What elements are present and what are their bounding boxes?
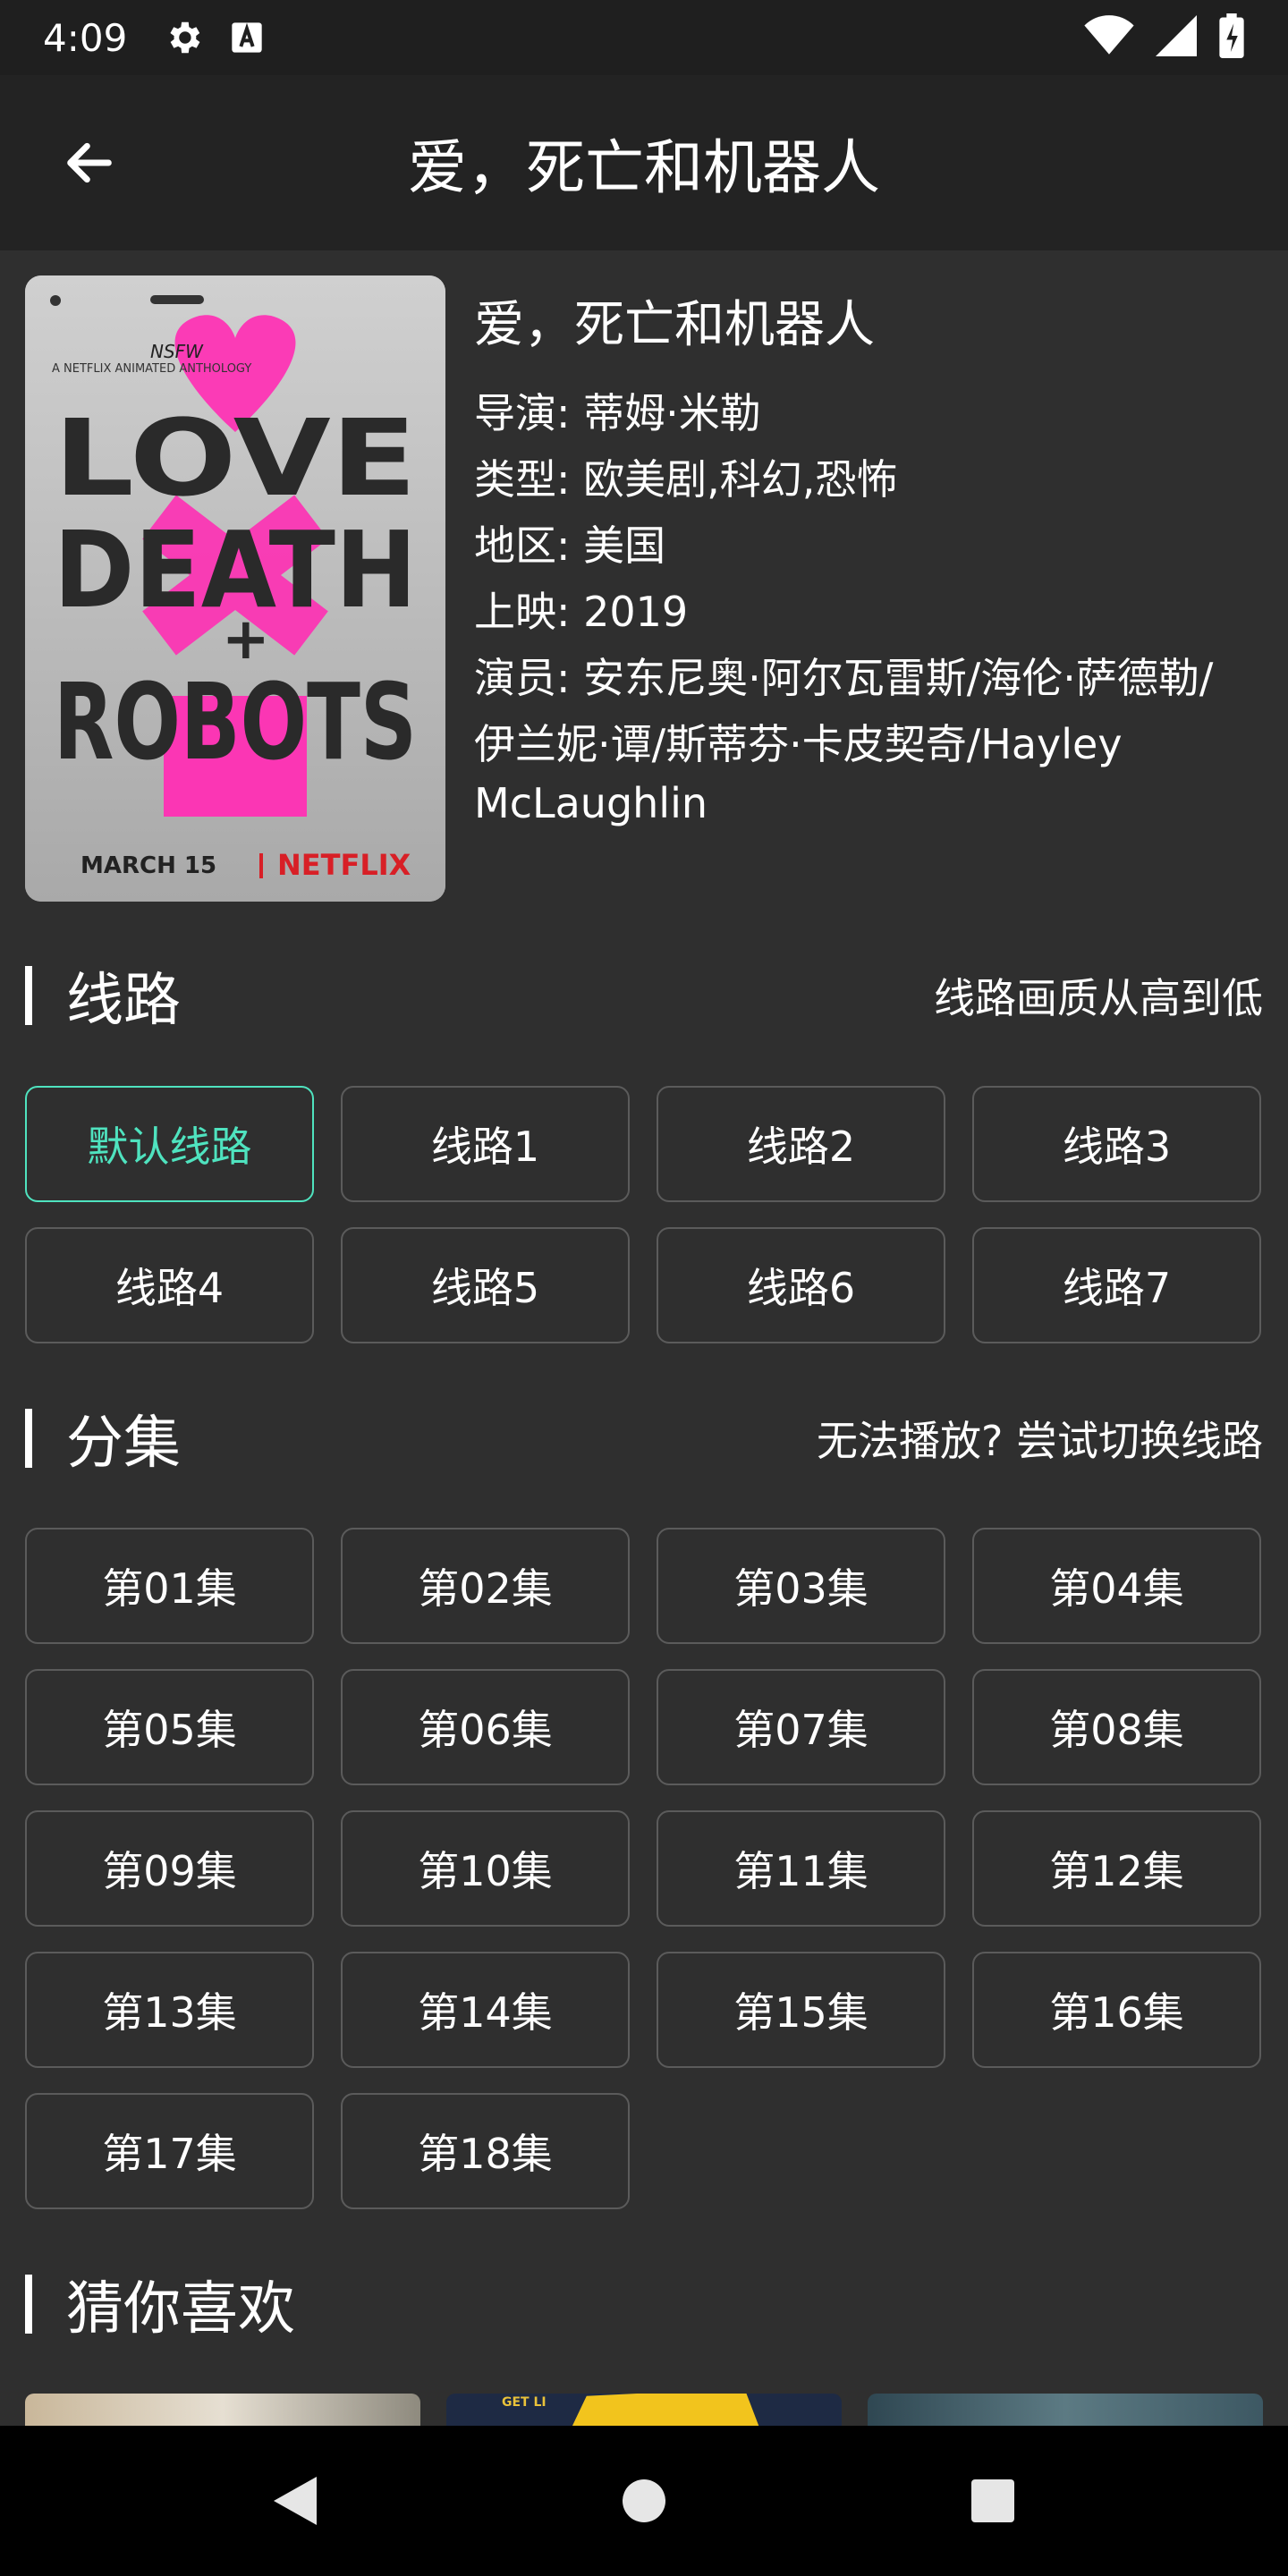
episodes-header: 分集 无法播放? 尝试切换线路	[25, 1402, 1263, 1477]
episodes-title: 分集	[66, 1411, 181, 1477]
route-button[interactable]: 线路6	[657, 1227, 945, 1343]
poster-brand: NETFLIX	[277, 848, 411, 882]
status-time: 4:09	[43, 15, 128, 60]
recommend-card[interactable]	[868, 2394, 1263, 2428]
recommend-title: 猜你喜欢	[66, 2276, 295, 2343]
episodes-note: 无法播放? 尝试切换线路	[816, 1417, 1263, 1465]
text-a-icon	[229, 20, 265, 55]
detail-cast-line-1: 演员: 安东尼奥·阿尔瓦雷斯/海伦·萨德勒/	[474, 654, 1214, 702]
battery-icon	[1218, 13, 1245, 62]
recommend-card[interactable]: GET LI	[446, 2394, 842, 2428]
detail-cast-line-2: 伊兰妮·谭/斯蒂芬·卡皮契奇/Hayley	[474, 720, 1123, 768]
nav-back-button[interactable]	[255, 2461, 335, 2541]
recommend-card-title-art	[572, 2394, 759, 2428]
recommend-header: 猜你喜欢	[25, 2268, 1263, 2343]
detail-cast-line-3: McLaughlin	[474, 779, 708, 827]
episode-button[interactable]: 第18集	[341, 2093, 630, 2209]
recents-square-icon	[971, 2479, 1014, 2522]
gear-icon	[163, 17, 204, 58]
system-nav-bar	[0, 2426, 1288, 2576]
poster-title-robots: ROBOTS	[54, 660, 417, 784]
section-marker	[25, 2275, 32, 2334]
route-button[interactable]: 默认线路	[25, 1086, 314, 1202]
detail-section: NSFW A NETFLIX ANIMATED ANTHOLOGY LOVE D…	[25, 275, 1268, 902]
episode-button[interactable]: 第17集	[25, 2093, 314, 2209]
route-button[interactable]: 线路1	[341, 1086, 630, 1202]
episode-button[interactable]: 第11集	[657, 1810, 945, 1927]
wifi-icon	[1084, 15, 1134, 60]
recommend-list: GET LI	[25, 2394, 1263, 2428]
page-title: 爱，死亡和机器人	[408, 133, 880, 202]
section-marker	[25, 1409, 32, 1468]
episode-button[interactable]: 第15集	[657, 1952, 945, 2068]
routes-grid: 默认线路 线路1 线路2 线路3 线路4 线路5 线路6 线路7	[25, 1086, 1263, 1343]
poster-subtitle-text: A NETFLIX ANIMATED ANTHOLOGY	[52, 362, 251, 376]
detail-region: 地区: 美国	[474, 521, 666, 570]
section-marker	[25, 966, 32, 1025]
detail-info: 爱，死亡和机器人 导演: 蒂姆·米勒 类型: 欧美剧,科幻,恐怖 地区: 美国 …	[474, 284, 1279, 829]
routes-note: 线路画质从高到低	[934, 974, 1263, 1022]
episode-button[interactable]: 第03集	[657, 1528, 945, 1644]
episode-button[interactable]: 第10集	[341, 1810, 630, 1927]
episodes-grid: 第01集 第02集 第03集 第04集第05集 第06集 第07集 第08集第09集 第10集…	[25, 1528, 1263, 2209]
route-button[interactable]: 线路7	[972, 1227, 1261, 1343]
episode-button[interactable]: 第13集	[25, 1952, 314, 2068]
detail-release: 上映: 2019	[474, 588, 689, 636]
detail-genre: 类型: 欧美剧,科幻,恐怖	[474, 455, 898, 504]
app-bar: 爱，死亡和机器人	[0, 75, 1288, 250]
status-bar: 4:09	[0, 0, 1288, 75]
back-triangle-icon	[274, 2477, 317, 2525]
episode-button[interactable]: 第14集	[341, 1952, 630, 2068]
poster-nsfw-text: NSFW	[150, 341, 204, 362]
routes-title: 线路	[66, 968, 181, 1034]
routes-header: 线路 线路画质从高到低	[25, 960, 1263, 1034]
recommend-card-text: GET LI	[502, 2395, 547, 2410]
recommend-card[interactable]	[25, 2394, 420, 2428]
home-circle-icon	[623, 2479, 665, 2522]
nav-recents-button[interactable]	[953, 2461, 1033, 2541]
episode-button[interactable]: 第02集	[341, 1528, 630, 1644]
route-button[interactable]: 线路5	[341, 1227, 630, 1343]
poster-date: MARCH 15	[80, 852, 216, 879]
episode-button[interactable]: 第09集	[25, 1810, 314, 1927]
signal-icon	[1156, 15, 1197, 60]
episode-button[interactable]: 第12集	[972, 1810, 1261, 1927]
nav-home-button[interactable]	[604, 2461, 684, 2541]
route-button[interactable]: 线路4	[25, 1227, 314, 1343]
episode-button[interactable]: 第07集	[657, 1669, 945, 1785]
episode-button[interactable]: 第06集	[341, 1669, 630, 1785]
poster-image[interactable]: NSFW A NETFLIX ANIMATED ANTHOLOGY LOVE D…	[25, 275, 445, 902]
detail-director: 导演: 蒂姆·米勒	[474, 389, 761, 437]
episode-button[interactable]: 第16集	[972, 1952, 1261, 2068]
episode-button[interactable]: 第04集	[972, 1528, 1261, 1644]
poster-title-love: LOVE	[54, 396, 417, 520]
route-button[interactable]: 线路2	[657, 1086, 945, 1202]
episode-button[interactable]: 第01集	[25, 1528, 314, 1644]
episode-button[interactable]: 第08集	[972, 1669, 1261, 1785]
detail-title: 爱，死亡和机器人	[474, 296, 875, 354]
episode-button[interactable]: 第05集	[25, 1669, 314, 1785]
route-button[interactable]: 线路3	[972, 1086, 1261, 1202]
